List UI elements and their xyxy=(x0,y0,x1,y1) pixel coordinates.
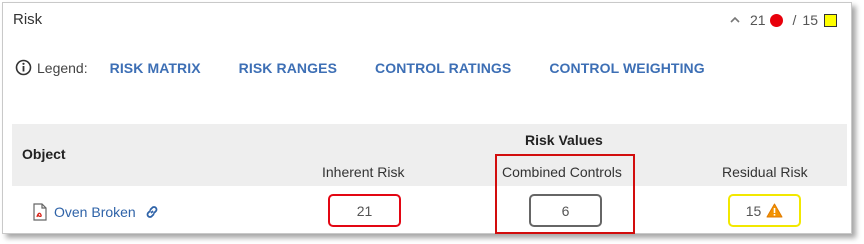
inherent-indicator-icon xyxy=(769,13,783,27)
inherent-count: 21 xyxy=(749,12,766,28)
residual-risk-header: Residual Risk xyxy=(722,164,808,180)
inherent-risk-value[interactable]: 21 xyxy=(328,194,401,227)
link-icon[interactable] xyxy=(144,204,160,220)
legend-link-control-weighting[interactable]: CONTROL WEIGHTING xyxy=(549,60,704,76)
chevron-up-icon[interactable] xyxy=(728,13,742,27)
object-column-header: Object xyxy=(22,146,66,162)
combined-controls-header: Combined Controls xyxy=(502,164,622,180)
inherent-risk-header: Inherent Risk xyxy=(322,164,405,180)
summary-separator: / xyxy=(792,12,797,28)
object-cell: Oven Broken xyxy=(32,203,160,221)
table-header: Object Risk Values Inherent Risk Combine… xyxy=(12,124,847,186)
residual-risk-text: 15 xyxy=(745,202,762,219)
risk-values-header: Risk Values xyxy=(525,132,603,148)
panel-title: Risk xyxy=(13,11,43,28)
residual-count: 15 xyxy=(802,12,818,28)
inherent-risk-text: 21 xyxy=(356,202,373,219)
residual-indicator-icon xyxy=(824,13,837,27)
legend-link-risk-matrix[interactable]: RISK MATRIX xyxy=(110,60,201,76)
legend: Legend: RISK MATRIX RISK RANGES CONTROL … xyxy=(15,59,743,76)
residual-risk-value[interactable]: 15 xyxy=(728,194,801,227)
legend-label: Legend: xyxy=(37,59,88,76)
warning-icon xyxy=(766,203,783,218)
combined-controls-text: 6 xyxy=(561,202,570,219)
object-name-link[interactable]: Oven Broken xyxy=(54,204,136,220)
legend-link-control-ratings[interactable]: CONTROL RATINGS xyxy=(375,60,511,76)
combined-controls-value[interactable]: 6 xyxy=(529,194,602,227)
risk-table: Object Risk Values Inherent Risk Combine… xyxy=(12,124,847,231)
info-icon xyxy=(15,59,32,76)
legend-link-risk-ranges[interactable]: RISK RANGES xyxy=(239,60,337,76)
pdf-document-icon xyxy=(32,203,48,221)
risk-summary: 21 / 15 xyxy=(728,12,837,28)
